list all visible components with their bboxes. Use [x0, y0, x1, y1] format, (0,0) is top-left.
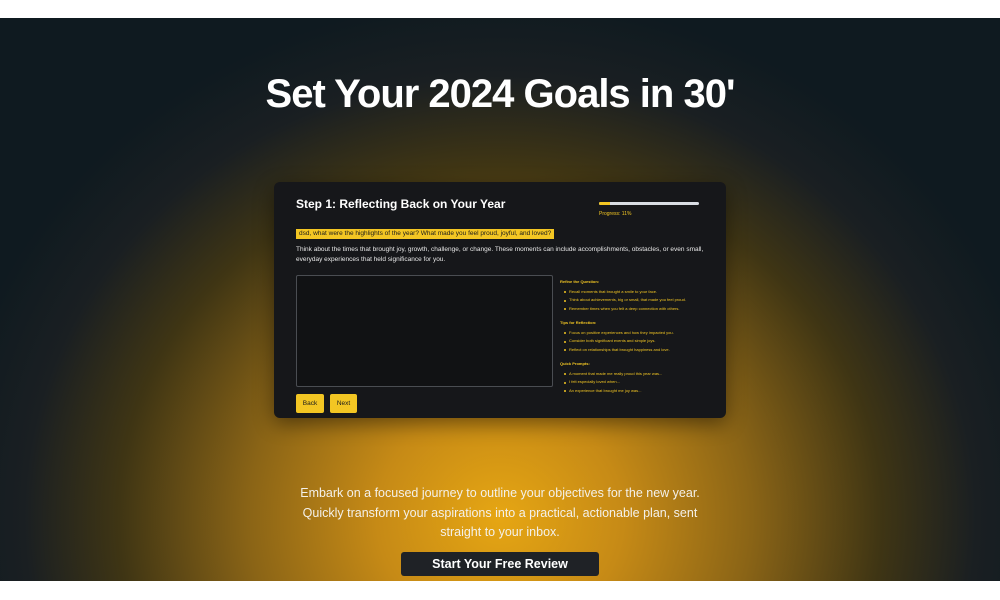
progress-label: Progress: 11%	[599, 211, 632, 217]
reflection-guidance-panel: Refine the Question: Recall moments that…	[560, 278, 720, 401]
tips-list: Focus on positive experiences and how th…	[560, 329, 720, 355]
quick-prompt-item[interactable]: A moment that made me really proud this …	[564, 370, 720, 379]
list-item: Remember times when you felt a deep conn…	[564, 305, 720, 314]
hero-title: Set Your 2024 Goals in 30'	[265, 72, 736, 116]
tips-heading: Tips for Reflection:	[560, 320, 597, 325]
quick-prompts-heading: Quick Prompts:	[560, 361, 590, 366]
hero-tagline: Embark on a focused journey to outline y…	[300, 486, 700, 539]
progress-bar	[599, 202, 699, 205]
quick-prompt-item[interactable]: I felt especially loved when...	[564, 378, 720, 387]
answer-textarea[interactable]	[296, 275, 553, 387]
goal-step-card: Step 1: Reflecting Back on Your Year Pro…	[274, 182, 726, 418]
question-highlight: dsd, what were the highlights of the yea…	[296, 229, 555, 239]
step-title: Step 1: Reflecting Back on Your Year	[296, 197, 506, 211]
list-item: Think about achievements, big or small, …	[564, 296, 720, 305]
progress-bar-fill	[599, 202, 610, 205]
question-description: Think about the times that brought joy, …	[296, 246, 704, 263]
list-item: Consider both significant events and sim…	[564, 337, 720, 346]
next-button[interactable]: Next	[330, 394, 357, 413]
refine-question-heading: Refine the Question:	[560, 279, 600, 284]
list-item: Reflect on relationships that brought ha…	[564, 346, 720, 355]
quick-prompt-item[interactable]: An experience that brought me joy was...	[564, 387, 720, 396]
back-button[interactable]: Back	[296, 394, 324, 413]
hero-section: Set Your 2024 Goals in 30' Step 1: Refle…	[0, 18, 1000, 581]
refine-question-list: Recall moments that brought a smile to y…	[560, 288, 720, 314]
list-item: Focus on positive experiences and how th…	[564, 329, 720, 338]
start-free-review-button[interactable]: Start Your Free Review	[401, 552, 599, 576]
quick-prompts-list: A moment that made me really proud this …	[560, 370, 720, 396]
list-item: Recall moments that brought a smile to y…	[564, 288, 720, 297]
